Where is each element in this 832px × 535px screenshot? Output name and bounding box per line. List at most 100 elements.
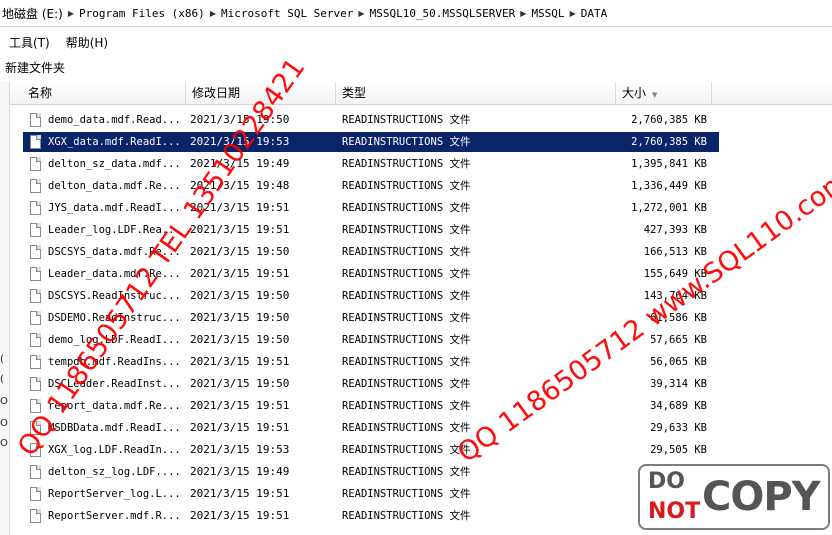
file-name-cell: delton_sz_log.LDF....: [48, 466, 181, 478]
file-type-cell: READINSTRUCTIONS 文件: [342, 356, 471, 368]
do-not-copy-logo: DO NOT COPY: [638, 464, 830, 530]
nav-item-truncated[interactable]: (: [0, 374, 4, 385]
file-name-cell: Leader_log.LDF.Rea...: [48, 224, 181, 236]
file-icon: [30, 245, 41, 259]
file-icon: [30, 223, 41, 237]
menu-tools[interactable]: 工具(T): [0, 34, 58, 51]
file-type-cell: READINSTRUCTIONS 文件: [342, 334, 471, 346]
file-name-cell: DSCLeader.ReadInst...: [48, 378, 181, 390]
file-size-cell: 56,065 KB: [650, 356, 707, 368]
file-date-cell: 2021/3/15 19:51: [190, 355, 290, 368]
table-row[interactable]: XGX_data.mdf.ReadI... 2021/3/15 19:53 READ…: [10, 132, 832, 152]
file-date-cell: 2021/3/15 19:50: [190, 377, 290, 390]
file-date-cell: 2021/3/15 19:50: [190, 113, 290, 126]
table-row[interactable]: demo_log.LDF.ReadI... 2021/3/15 19:50 READ…: [10, 330, 832, 350]
file-size-cell: 1,336,449 KB: [631, 180, 707, 192]
file-date-cell: 2021/3/15 19:53: [190, 135, 290, 148]
breadcrumb-mssql[interactable]: MSSQL: [529, 7, 566, 20]
file-size-cell: 29,633 KB: [650, 422, 707, 434]
file-type-cell: READINSTRUCTIONS 文件: [342, 268, 471, 280]
file-type-cell: READINSTRUCTIONS 文件: [342, 224, 471, 236]
table-row[interactable]: demo_data.mdf.Read... 2021/3/15 19:50 READ…: [10, 110, 832, 130]
file-name-cell: delton_sz_data.mdf...: [48, 158, 181, 170]
menu-bar: 工具(T) 帮助(H): [0, 31, 832, 53]
navigation-pane[interactable]: ( ( O O O: [0, 82, 10, 535]
column-header-date-label: 修改日期: [192, 86, 241, 100]
file-size-cell: 1,272,001 KB: [631, 202, 707, 214]
file-icon: [30, 135, 41, 149]
file-date-cell: 2021/3/15 19:50: [190, 289, 290, 302]
file-type-cell: READINSTRUCTIONS 文件: [342, 180, 471, 192]
nav-item-truncated[interactable]: O: [0, 396, 8, 407]
breadcrumb-program-files[interactable]: Program Files (x86): [77, 7, 207, 20]
table-row[interactable]: XGX_log.LDF.ReadIn... 2021/3/15 19:53 READ…: [10, 440, 832, 460]
file-date-cell: 2021/3/15 19:51: [190, 487, 290, 500]
file-type-cell: READINSTRUCTIONS 文件: [342, 444, 471, 456]
table-row[interactable]: JYS_data.mdf.ReadI... 2021/3/15 19:51 READ…: [10, 198, 832, 218]
table-row[interactable]: DSCSYS.ReadInstruc... 2021/3/15 19:50 READ…: [10, 286, 832, 306]
nav-item-truncated[interactable]: O: [0, 438, 8, 449]
file-type-cell: READINSTRUCTIONS 文件: [342, 290, 471, 302]
new-folder-button[interactable]: 新建文件夹: [0, 59, 65, 76]
breadcrumb-separator-icon[interactable]: ▶: [355, 9, 367, 18]
table-row[interactable]: delton_data.mdf.Re... 2021/3/15 19:48 READ…: [10, 176, 832, 196]
file-type-cell: READINSTRUCTIONS 文件: [342, 158, 471, 170]
file-type-cell: READINSTRUCTIONS 文件: [342, 312, 471, 324]
table-row[interactable]: Leader_log.LDF.Rea... 2021/3/15 19:51 READ…: [10, 220, 832, 240]
table-row[interactable]: DSDEMO.ReadInstruc... 2021/3/15 19:50 READ…: [10, 308, 832, 328]
table-row[interactable]: DSCSYS_data.mdf.Re... 2021/3/15 19:50 READ…: [10, 242, 832, 262]
file-icon: [30, 421, 41, 435]
file-size-cell: 2,760,385 KB: [631, 114, 707, 126]
sort-descending-icon: ▼: [652, 91, 658, 99]
file-size-cell: 2,760,385 KB: [631, 136, 707, 148]
table-row[interactable]: DSCLeader.ReadInst... 2021/3/15 19:50 READ…: [10, 374, 832, 394]
command-toolbar: 新建文件夹: [0, 55, 832, 79]
file-date-cell: 2021/3/15 19:51: [190, 421, 290, 434]
file-date-cell: 2021/3/15 19:51: [190, 399, 290, 412]
column-header-size-label: 大小: [622, 86, 647, 100]
file-name-cell: demo_log.LDF.ReadI...: [48, 334, 181, 346]
menu-help[interactable]: 帮助(H): [58, 34, 116, 51]
file-name-cell: delton_data.mdf.Re...: [48, 180, 181, 192]
file-date-cell: 2021/3/15 19:50: [190, 311, 290, 324]
file-icon: [30, 487, 41, 501]
breadcrumb-data[interactable]: DATA: [579, 7, 610, 20]
table-row[interactable]: Leader_data.mdf.Re... 2021/3/15 19:51 READ…: [10, 264, 832, 284]
file-name-cell: JYS_data.mdf.ReadI...: [48, 202, 181, 214]
breadcrumb-sql-server[interactable]: Microsoft SQL Server: [219, 7, 355, 20]
file-type-cell: READINSTRUCTIONS 文件: [342, 488, 471, 500]
file-icon: [30, 509, 41, 523]
column-header-type-label: 类型: [342, 86, 367, 100]
column-header-size[interactable]: 大小 ▼: [616, 82, 712, 104]
file-icon: [30, 289, 41, 303]
file-size-cell: 29,505 KB: [650, 444, 707, 456]
logo-line-do: DO: [648, 469, 685, 494]
file-size-cell: 166,513 KB: [643, 246, 707, 258]
file-type-cell: READINSTRUCTIONS 文件: [342, 114, 471, 126]
table-row[interactable]: MSDBData.mdf.ReadI... 2021/3/15 19:51 READ…: [10, 418, 832, 438]
column-header-name[interactable]: 名称: [22, 82, 186, 104]
address-bar[interactable]: 地磁盘 (E:) ▶ Program Files (x86) ▶ Microso…: [0, 0, 832, 27]
table-row[interactable]: tempdb.mdf.ReadIns... 2021/3/15 19:51 READ…: [10, 352, 832, 372]
file-date-cell: 2021/3/15 19:51: [190, 201, 290, 214]
breadcrumb-instance[interactable]: MSSQL10_50.MSSQLSERVER: [368, 7, 518, 20]
nav-item-truncated[interactable]: (: [0, 354, 4, 365]
breadcrumb-separator-icon[interactable]: ▶: [65, 9, 77, 18]
file-size-cell: 39,314 KB: [650, 378, 707, 390]
file-name-cell: demo_data.mdf.Read...: [48, 114, 181, 126]
nav-item-truncated[interactable]: O: [0, 418, 8, 429]
file-type-cell: READINSTRUCTIONS 文件: [342, 466, 471, 478]
file-date-cell: 2021/3/15 19:49: [190, 465, 290, 478]
file-icon: [30, 465, 41, 479]
table-row[interactable]: report_data.mdf.Re... 2021/3/15 19:51 READ…: [10, 396, 832, 416]
breadcrumb-separator-icon[interactable]: ▶: [207, 9, 219, 18]
column-header-date[interactable]: 修改日期: [186, 82, 336, 104]
breadcrumb-separator-icon[interactable]: ▶: [517, 9, 529, 18]
breadcrumb-separator-icon[interactable]: ▶: [567, 9, 579, 18]
table-row[interactable]: delton_sz_data.mdf... 2021/3/15 19:49 READ…: [10, 154, 832, 174]
file-name-cell: ReportServer.mdf.R...: [48, 510, 181, 522]
column-header-type[interactable]: 类型: [336, 82, 616, 104]
file-icon: [30, 157, 41, 171]
breadcrumb-drive[interactable]: 地磁盘 (E:): [0, 5, 65, 22]
file-size-cell: 57,665 KB: [650, 334, 707, 346]
